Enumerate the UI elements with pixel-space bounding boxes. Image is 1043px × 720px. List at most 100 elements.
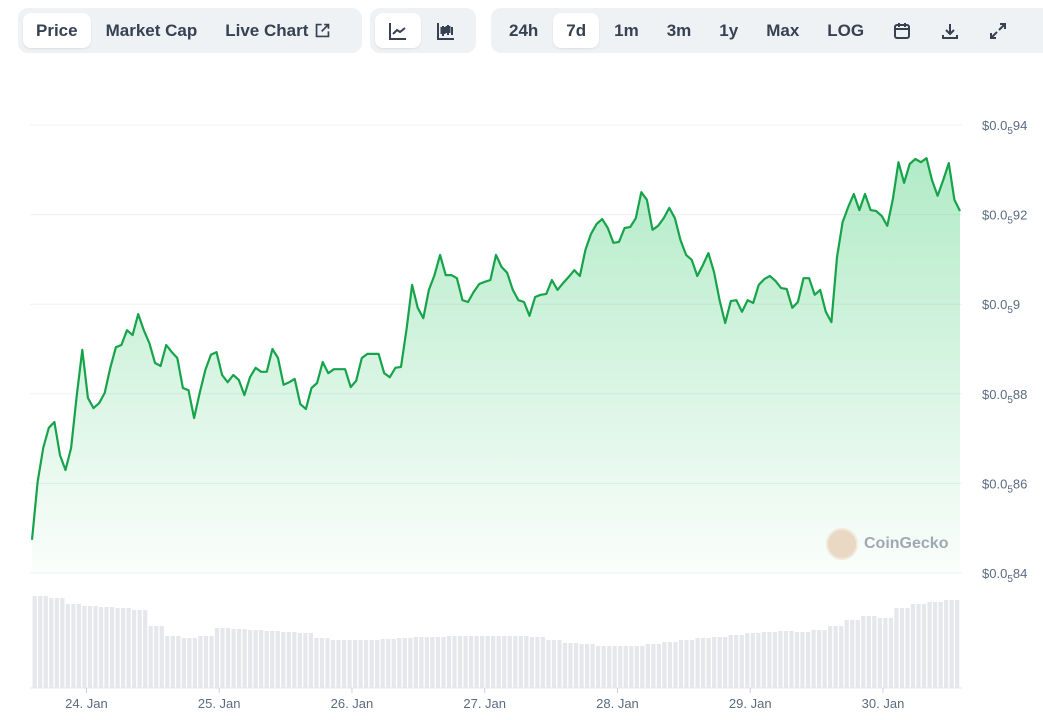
volume-bar [38, 596, 43, 688]
volume-bar [872, 616, 877, 688]
volume-bar [336, 640, 341, 688]
volume-bar [662, 642, 667, 688]
volume-bar [259, 630, 264, 688]
volume-bar [71, 604, 76, 688]
volume-bar [402, 638, 407, 688]
volume-bar [419, 637, 424, 688]
volume-bar [855, 620, 860, 688]
coingecko-watermark: CoinGecko [826, 528, 948, 560]
volume-bar [264, 631, 269, 688]
volume-bar [734, 635, 739, 688]
volume-bar [629, 646, 634, 688]
volume-bar [303, 633, 308, 688]
volume-bar [717, 637, 722, 688]
volume-bar [192, 638, 198, 688]
volume-bar [932, 602, 938, 688]
volume-bar [159, 626, 164, 688]
volume-bar [910, 604, 916, 688]
volume-bar [330, 640, 336, 688]
volume-bar [209, 636, 214, 688]
volume-bar [916, 604, 921, 688]
volume-bar [60, 598, 65, 688]
volume-bar [132, 610, 137, 688]
volume-bar [750, 633, 755, 688]
volume-bar [341, 640, 347, 688]
volume-bar [623, 646, 628, 688]
volume-bar [297, 633, 302, 688]
volume-bar [65, 604, 70, 688]
volume-bar [767, 632, 772, 688]
volume-bar [596, 646, 601, 688]
volume-bar [154, 626, 159, 688]
volume-bar [87, 606, 93, 688]
volume-bar [358, 640, 363, 688]
volume-bar [281, 632, 286, 688]
volume-bar [474, 636, 479, 688]
volume-bar [877, 618, 882, 688]
volume-bar [214, 628, 220, 688]
volume-bar [253, 630, 258, 688]
volume-bar [828, 626, 833, 688]
volume-bar [375, 640, 380, 688]
volume-bar [270, 631, 275, 688]
y-tick-label: $0.0586 [982, 476, 1027, 495]
volume-bar [386, 639, 391, 688]
x-tick-label: 26. Jan [331, 696, 374, 711]
volume-bar [513, 636, 518, 688]
volume-bar [728, 635, 733, 688]
volume-bar [187, 638, 192, 688]
volume-bar [562, 643, 568, 688]
volume-bar [424, 637, 430, 688]
volume-bar [397, 638, 402, 688]
volume-bar [319, 638, 325, 688]
volume-bar [49, 598, 54, 688]
y-tick-label: $0.0588 [982, 387, 1027, 406]
volume-bar [607, 646, 612, 688]
volume-bar [783, 631, 789, 688]
volume-bar [463, 636, 468, 688]
volume-bar [894, 608, 899, 688]
x-tick-label: 30. Jan [862, 696, 905, 711]
volume-bar [441, 637, 446, 688]
volume-bar [601, 646, 606, 688]
y-tick-label: $0.059 [982, 297, 1020, 316]
volume-bar [579, 644, 584, 688]
volume-bar [413, 637, 418, 688]
volume-bar [618, 646, 623, 688]
volume-bar [645, 644, 650, 688]
volume-bar [822, 630, 827, 688]
volume-bar [54, 598, 59, 688]
volume-bar [689, 640, 695, 688]
x-tick-label: 27. Jan [463, 696, 506, 711]
volume-bar [98, 607, 104, 688]
volume-bar [507, 636, 512, 688]
volume-bar [446, 636, 452, 688]
volume-bar [612, 646, 617, 688]
volume-bar [176, 636, 181, 688]
volume-bar [955, 600, 960, 688]
volume-bar [181, 638, 186, 688]
volume-bar [115, 608, 120, 688]
x-tick-label: 24. Jan [65, 696, 108, 711]
volume-bar [104, 607, 109, 688]
volume-bar [667, 642, 673, 688]
volume-bar [225, 628, 231, 688]
y-tick-label: $0.0592 [982, 208, 1027, 227]
volume-bar [938, 602, 943, 688]
volume-bar [756, 633, 761, 688]
volume-bar [137, 610, 142, 688]
volume-bar [590, 644, 595, 688]
volume-bar [905, 608, 910, 688]
volume-bar [480, 636, 485, 688]
volume-bar [126, 608, 131, 688]
x-tick-label: 29. Jan [729, 696, 772, 711]
volume-bar [325, 638, 330, 688]
volume-bar [248, 630, 253, 688]
volume-bar [120, 608, 126, 688]
volume-bar [584, 644, 590, 688]
volume-bar [557, 640, 562, 688]
volume-bar [700, 638, 706, 688]
price-chart[interactable]: $0.0594 $0.0592 $0.059 $0.0588 $0.0586 $0.058… [0, 0, 1043, 720]
volume-bar [949, 600, 954, 688]
volume-bar [170, 636, 175, 688]
